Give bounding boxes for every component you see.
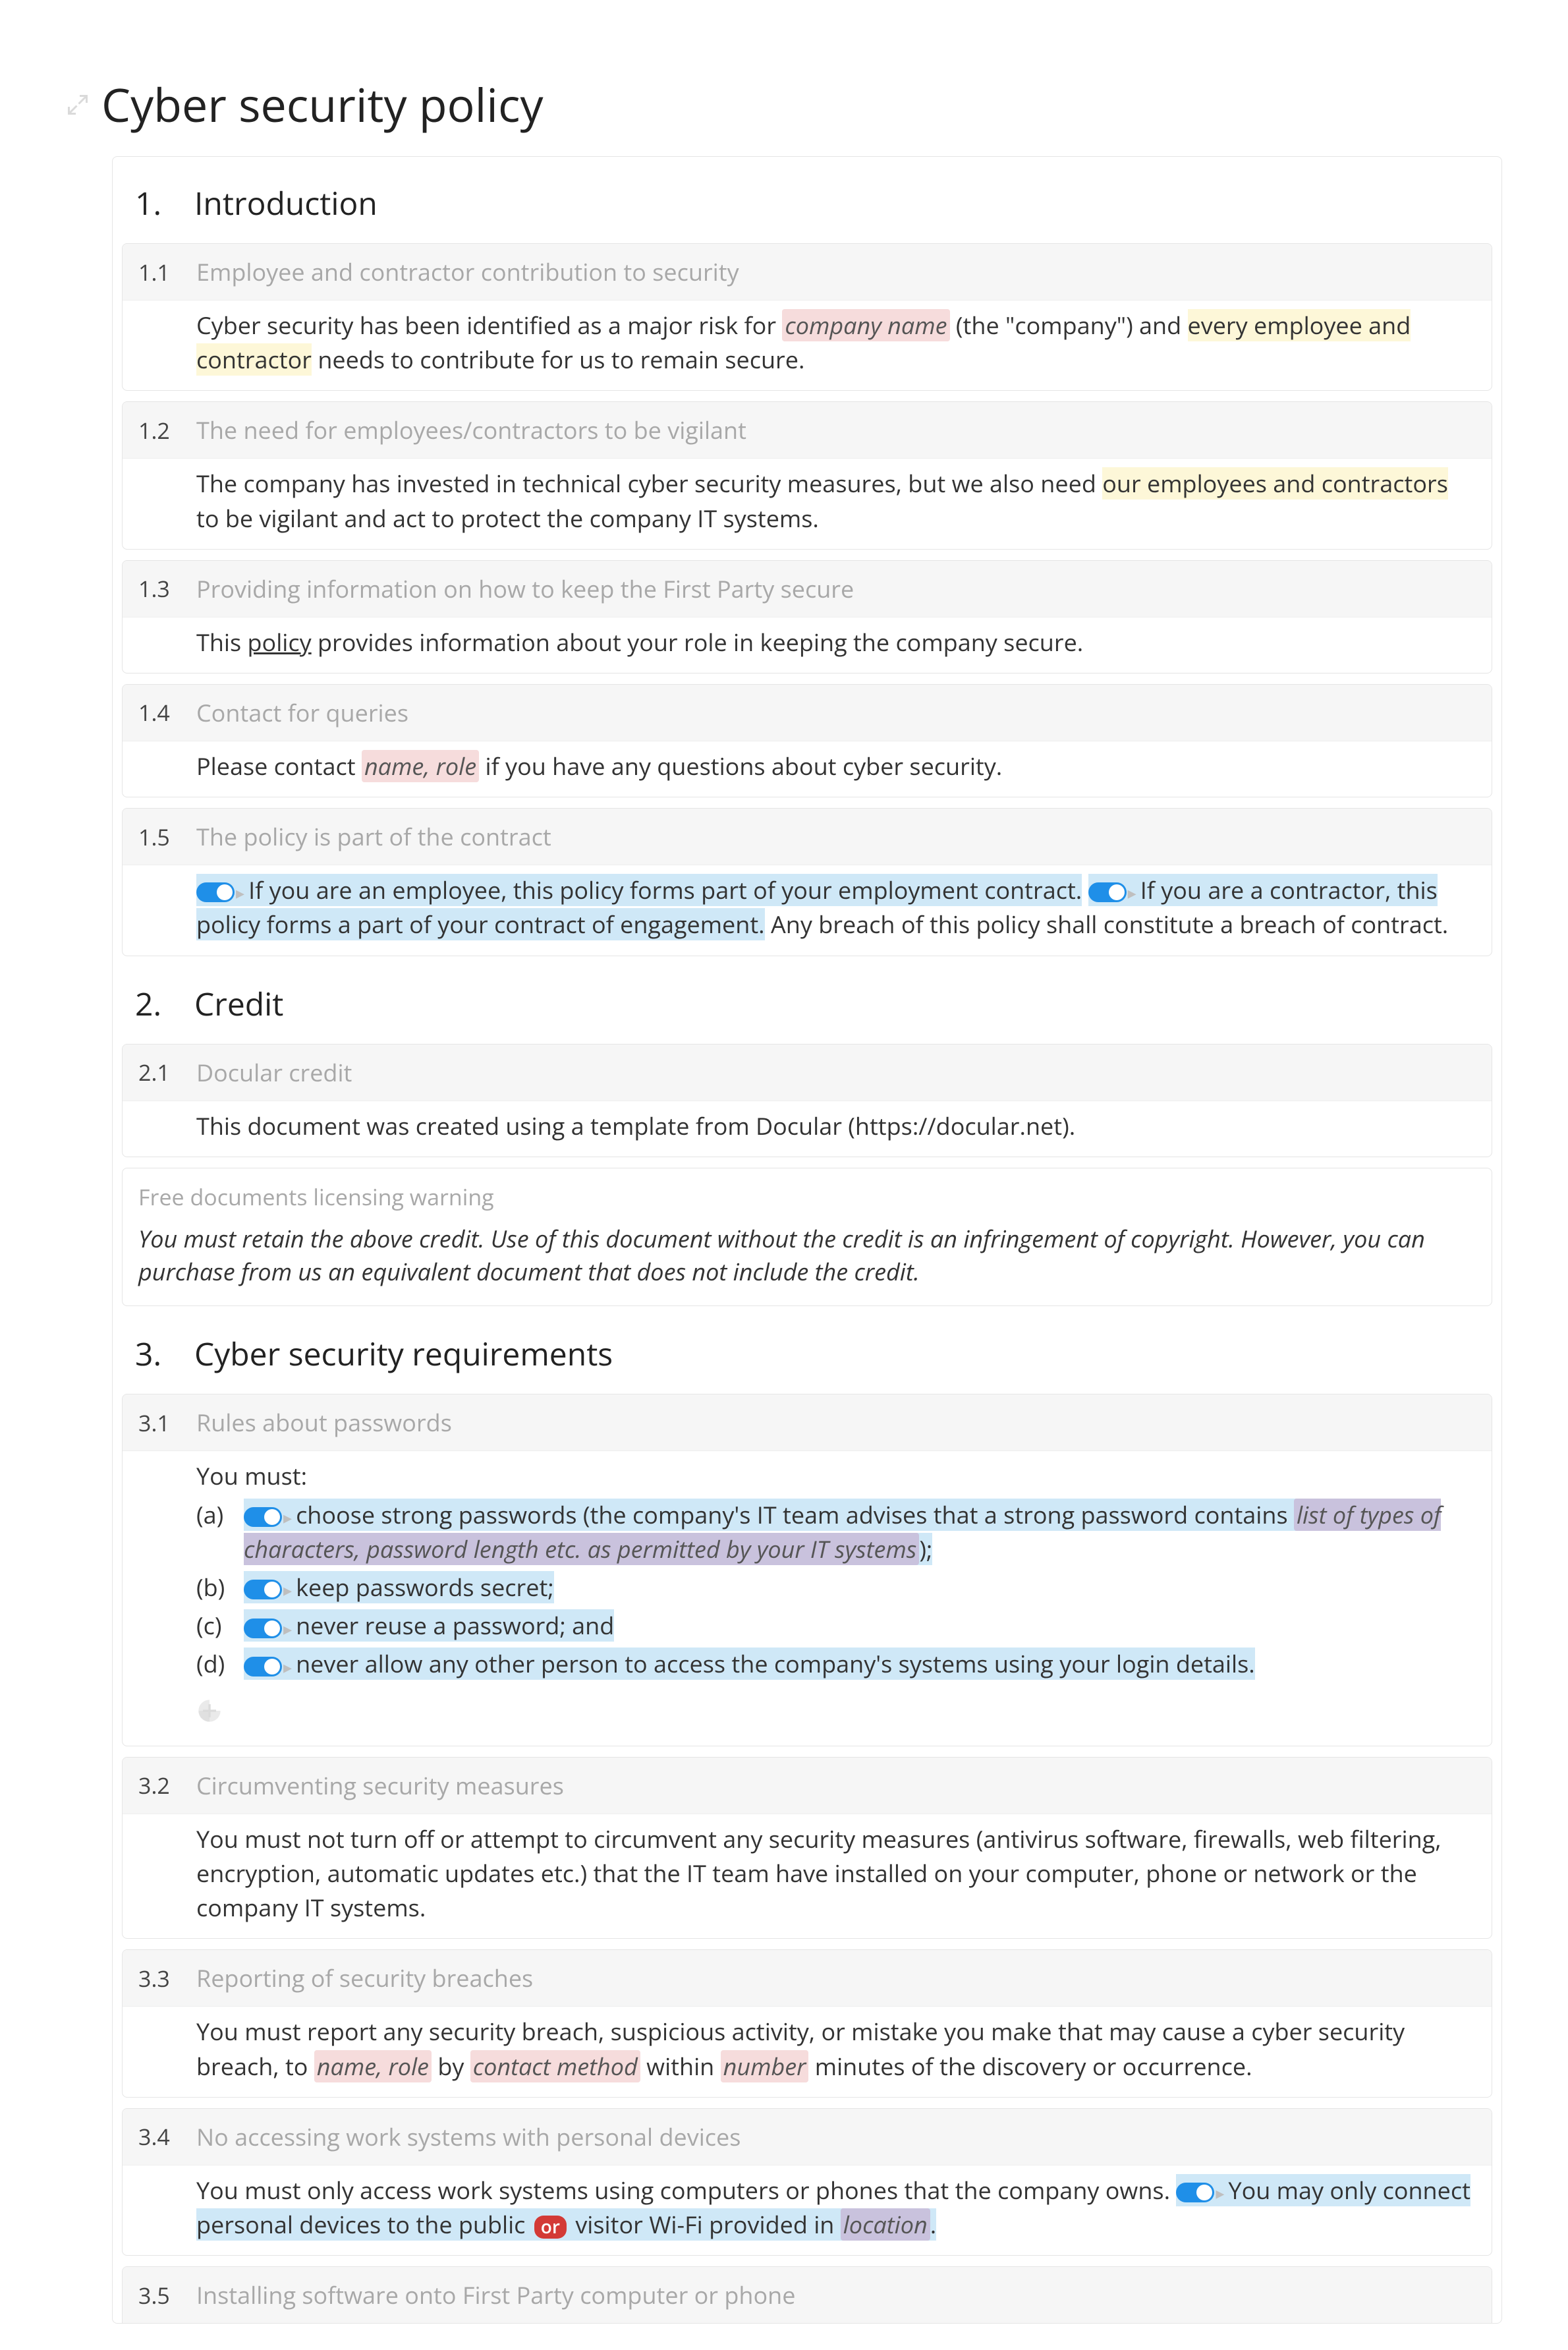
toggle-switch[interactable]: ▸ (244, 1657, 292, 1677)
subsection-body: Please contact name, role if you have an… (123, 741, 1492, 797)
subsection-number: 3.5 (138, 2280, 196, 2310)
subsection-title: Circumventing security measures (196, 1769, 564, 1802)
subsection-body: Cyber security has been identified as a … (123, 301, 1492, 390)
toggle-switch[interactable]: ▸ (1088, 882, 1136, 902)
subsection: 1.1 Employee and contractor contribution… (122, 243, 1492, 391)
subsection-title: Providing information on how to keep the… (196, 573, 854, 605)
subsection-header[interactable]: 3.2 Circumventing security measures (123, 1758, 1492, 1814)
subsection-number: 3.3 (138, 1963, 196, 1993)
subsection-header[interactable]: 1.5 The policy is part of the contract (123, 809, 1492, 865)
subsection-header[interactable]: 3.5 Installing software onto First Party… (123, 2267, 1492, 2323)
section-title: Cyber security requirements (194, 1333, 613, 1375)
placeholder-number[interactable]: number (721, 2050, 809, 2082)
subsection-number: 1.4 (138, 697, 196, 728)
toggle-switch[interactable]: ▸ (244, 1507, 292, 1527)
subsection-number: 1.5 (138, 822, 196, 852)
subsection-header[interactable]: 3.3 Reporting of security breaches (123, 1950, 1492, 2007)
document-title-row: Cyber security policy (66, 79, 1502, 130)
subsection-title: Contact for queries (196, 697, 408, 729)
subsection-title: The need for employees/contractors to be… (196, 414, 746, 446)
highlight-text: our employees and contractors (1102, 467, 1448, 500)
subsection-header[interactable]: 3.4 No accessing work systems with perso… (123, 2109, 1492, 2165)
subsection-header[interactable]: 1.2 The need for employees/contractors t… (123, 402, 1492, 459)
subsection: 3.1 Rules about passwords You must: (a) … (122, 1394, 1492, 1746)
toggle-switch[interactable]: ▸ (1176, 2183, 1224, 2202)
licensing-warning-box: Free documents licensing warning You mus… (122, 1168, 1492, 1307)
subsection: 1.3 Providing information on how to keep… (122, 560, 1492, 673)
warning-body: You must retain the above credit. Use of… (138, 1222, 1476, 1289)
subsection-body: You must report any security breach, sus… (123, 2007, 1492, 2096)
list-item: (d) ▸never allow any other person to acc… (196, 1647, 1476, 1681)
subsection-number: 1.2 (138, 415, 196, 445)
subsection-title: Installing software onto First Party com… (196, 2279, 795, 2311)
subsection-title: Employee and contractor contribution to … (196, 256, 739, 288)
document-title: Cyber security policy (101, 79, 544, 130)
list-item: (b) ▸keep passwords secret; (196, 1570, 1476, 1605)
toggle-switch[interactable]: ▸ (196, 882, 244, 902)
section-number: 2. (135, 983, 194, 1025)
or-chip[interactable]: or (534, 2216, 567, 2239)
subsection-title: No accessing work systems with personal … (196, 2121, 741, 2153)
section-header[interactable]: 2. Credit (122, 967, 1492, 1044)
expand-icon[interactable] (66, 93, 90, 117)
add-item-icon[interactable] (196, 1698, 223, 1733)
section-number: 3. (135, 1333, 194, 1375)
list-label: (b) (196, 1570, 244, 1605)
subsection-number: 3.4 (138, 2121, 196, 2152)
subsection-body: This policy provides information about y… (123, 617, 1492, 673)
subsection-header[interactable]: 1.4 Contact for queries (123, 685, 1492, 741)
document-page: Cyber security policy 1. Introduction 1.… (0, 0, 1568, 2350)
placeholder-company-name[interactable]: company name (782, 309, 949, 341)
subsection-header[interactable]: 3.1 Rules about passwords (123, 1394, 1492, 1451)
document-body-panel: 1. Introduction 1.1 Employee and contrac… (112, 156, 1502, 2324)
subsection: 1.4 Contact for queries Please contact n… (122, 684, 1492, 797)
placeholder-location[interactable]: location (841, 2208, 930, 2241)
subsection: 3.3 Reporting of security breaches You m… (122, 1949, 1492, 2097)
subsection-body: You must not turn off or attempt to circ… (123, 1814, 1492, 1939)
subsection-title: Reporting of security breaches (196, 1962, 533, 1994)
subsection: 3.4 No accessing work systems with perso… (122, 2108, 1492, 2256)
placeholder-name-role[interactable]: name, role (362, 750, 479, 782)
subsection-number: 1.1 (138, 257, 196, 287)
subsection: 2.1 Docular credit This document was cre… (122, 1044, 1492, 1157)
subsection-title: The policy is part of the contract (196, 820, 551, 853)
subsection-number: 2.1 (138, 1057, 196, 1087)
list-item: (c) ▸never reuse a password; and (196, 1609, 1476, 1643)
subsection-title: Rules about passwords (196, 1406, 452, 1439)
list-label: (a) (196, 1498, 244, 1532)
subsection-number: 3.2 (138, 1770, 196, 1800)
subsection: 1.5 The policy is part of the contract ▸… (122, 808, 1492, 956)
subsection-body: You must: (a) ▸choose strong passwords (… (123, 1451, 1492, 1745)
subsection: 3.2 Circumventing security measures You … (122, 1757, 1492, 1939)
subsection-number: 1.3 (138, 573, 196, 604)
subsection-title: Docular credit (196, 1056, 352, 1089)
placeholder-name-role[interactable]: name, role (314, 2050, 432, 2082)
subsection-body: You must only access work systems using … (123, 2165, 1492, 2255)
subsection-number: 3.1 (138, 1408, 196, 1438)
subsection-body: ▸If you are an employee, this policy for… (123, 865, 1492, 955)
section-number: 1. (135, 182, 194, 225)
section-header[interactable]: 1. Introduction (122, 166, 1492, 243)
warning-title: Free documents licensing warning (138, 1182, 1476, 1212)
section-title: Introduction (194, 182, 378, 225)
toggle-switch[interactable]: ▸ (244, 1580, 292, 1599)
subsection-header[interactable]: 1.1 Employee and contractor contribution… (123, 244, 1492, 301)
section-header[interactable]: 3. Cyber security requirements (122, 1317, 1492, 1394)
placeholder-contact-method[interactable]: contact method (470, 2050, 640, 2082)
subsection-body: This document was created using a templa… (123, 1101, 1492, 1157)
policy-link[interactable]: policy (248, 626, 312, 658)
subsection: 1.2 The need for employees/contractors t… (122, 401, 1492, 549)
list-item: (a) ▸choose strong passwords (the compan… (196, 1498, 1476, 1566)
subsection: 3.5 Installing software onto First Party… (122, 2266, 1492, 2323)
section-title: Credit (194, 983, 283, 1025)
subsection-header[interactable]: 1.3 Providing information on how to keep… (123, 561, 1492, 617)
list-label: (d) (196, 1647, 244, 1681)
subsection-header[interactable]: 2.1 Docular credit (123, 1045, 1492, 1101)
list-label: (c) (196, 1609, 244, 1643)
subsection-body: The company has invested in technical cy… (123, 459, 1492, 548)
toggle-switch[interactable]: ▸ (244, 1619, 292, 1638)
